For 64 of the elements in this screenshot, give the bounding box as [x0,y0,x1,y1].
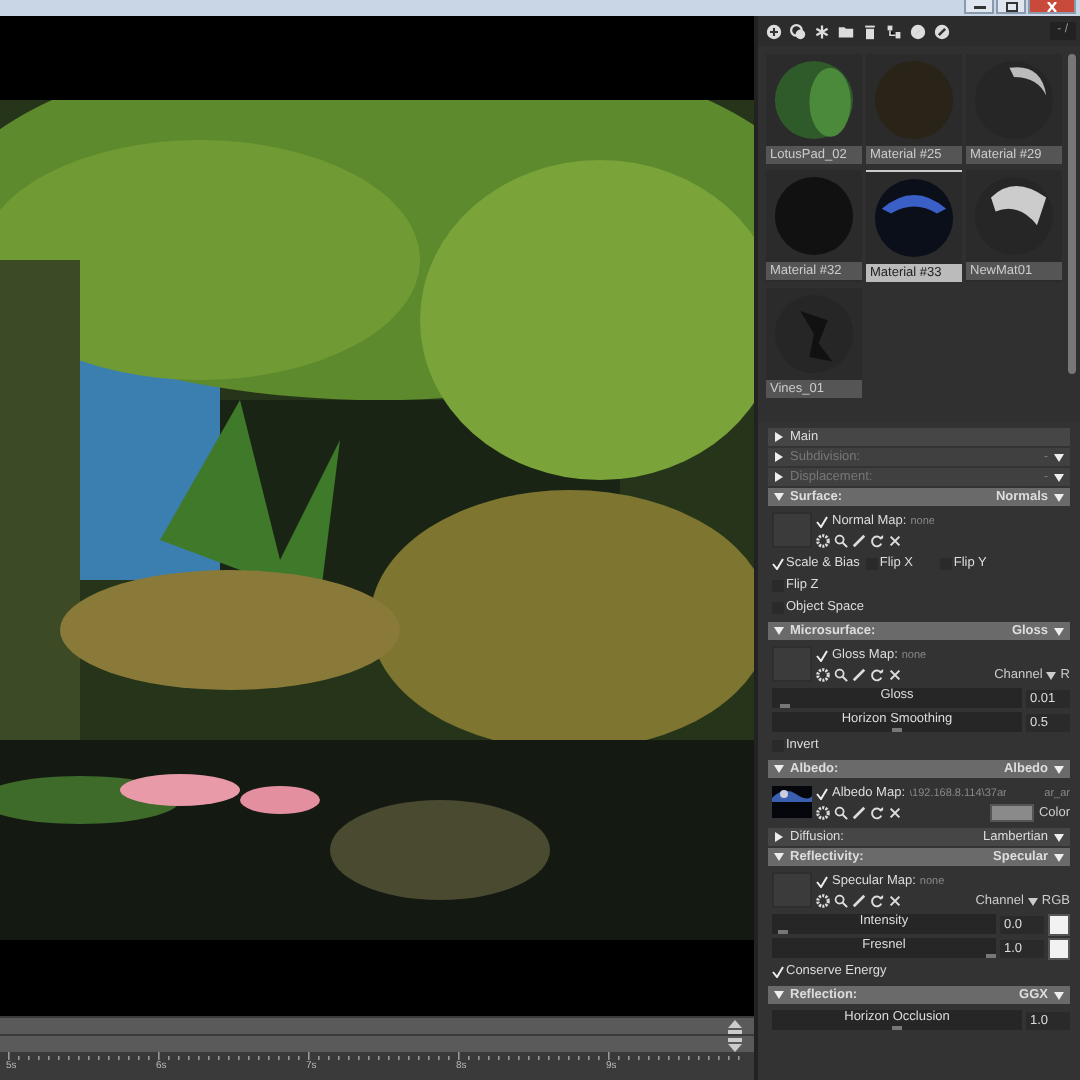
search-icon[interactable] [834,894,848,908]
pencil-icon[interactable] [852,534,866,548]
asterisk-icon[interactable] [814,23,830,39]
settings-icon[interactable] [816,534,830,548]
close-icon[interactable] [888,894,902,908]
search-icon[interactable] [834,806,848,820]
restore-icon [1003,1,1019,11]
checkmark-icon[interactable] [772,557,784,569]
caret-icon[interactable] [1054,493,1064,501]
caret-icon[interactable] [1027,897,1038,905]
caret-icon[interactable] [1054,991,1064,999]
caret-icon[interactable] [1054,833,1064,841]
checkmark-icon[interactable] [816,875,828,887]
collapse-arrow-icon [774,492,784,502]
collapse-arrow-icon [774,852,784,862]
scrollbar[interactable] [1068,54,1076,374]
duplicate-icon[interactable] [790,23,806,39]
down-arrow-icon[interactable] [728,1037,742,1051]
slider-handle[interactable] [778,930,789,934]
settings-icon[interactable] [816,806,830,820]
expand-arrow-icon [774,832,784,842]
refresh-icon[interactable] [870,668,884,682]
checkmark-icon[interactable] [772,965,784,977]
color-swatch[interactable] [1048,913,1070,935]
search-icon[interactable] [834,668,848,682]
hierarchy-icon[interactable] [886,23,902,39]
close-icon[interactable] [888,806,902,820]
close-icon[interactable] [888,534,902,548]
caret-icon[interactable] [1054,853,1064,861]
folder-icon[interactable] [838,23,854,39]
settings-icon[interactable] [816,668,830,682]
up-arrow-icon[interactable] [728,1019,742,1033]
slider-handle[interactable] [892,1026,902,1030]
refresh-icon[interactable] [870,894,884,908]
checkmark-icon[interactable] [816,787,828,799]
caret-icon[interactable] [1054,627,1064,635]
slider-handle[interactable] [986,954,996,958]
slider-handle[interactable] [779,704,790,708]
add-icon[interactable] [766,23,782,39]
refresh-icon[interactable] [870,806,884,820]
close-icon [1044,1,1060,11]
pencil-icon[interactable] [852,806,866,820]
minimize-button[interactable] [964,0,994,14]
settings-icon[interactable] [816,894,830,908]
color-swatch[interactable] [990,804,1035,822]
close-button[interactable] [1028,0,1076,14]
no-entry-icon[interactable] [934,23,950,39]
minimize-icon [971,2,987,10]
slider-handle[interactable] [892,728,902,732]
pencil-icon[interactable] [852,668,866,682]
collapse-arrow-icon [774,626,784,636]
restore-button[interactable] [996,0,1026,14]
checkmark-icon[interactable] [816,649,828,661]
search-icon[interactable] [834,534,848,548]
color-swatch[interactable] [1048,937,1070,959]
close-icon[interactable] [888,668,902,682]
caret-icon[interactable] [1054,765,1064,773]
checkmark-icon[interactable] [816,515,828,527]
trash-icon[interactable] [862,23,878,39]
collapse-arrow-icon [774,990,784,1000]
pencil-icon[interactable] [852,894,866,908]
refresh-icon[interactable] [870,534,884,548]
collapse-arrow-icon [774,764,784,774]
caret-icon[interactable] [1046,671,1057,679]
